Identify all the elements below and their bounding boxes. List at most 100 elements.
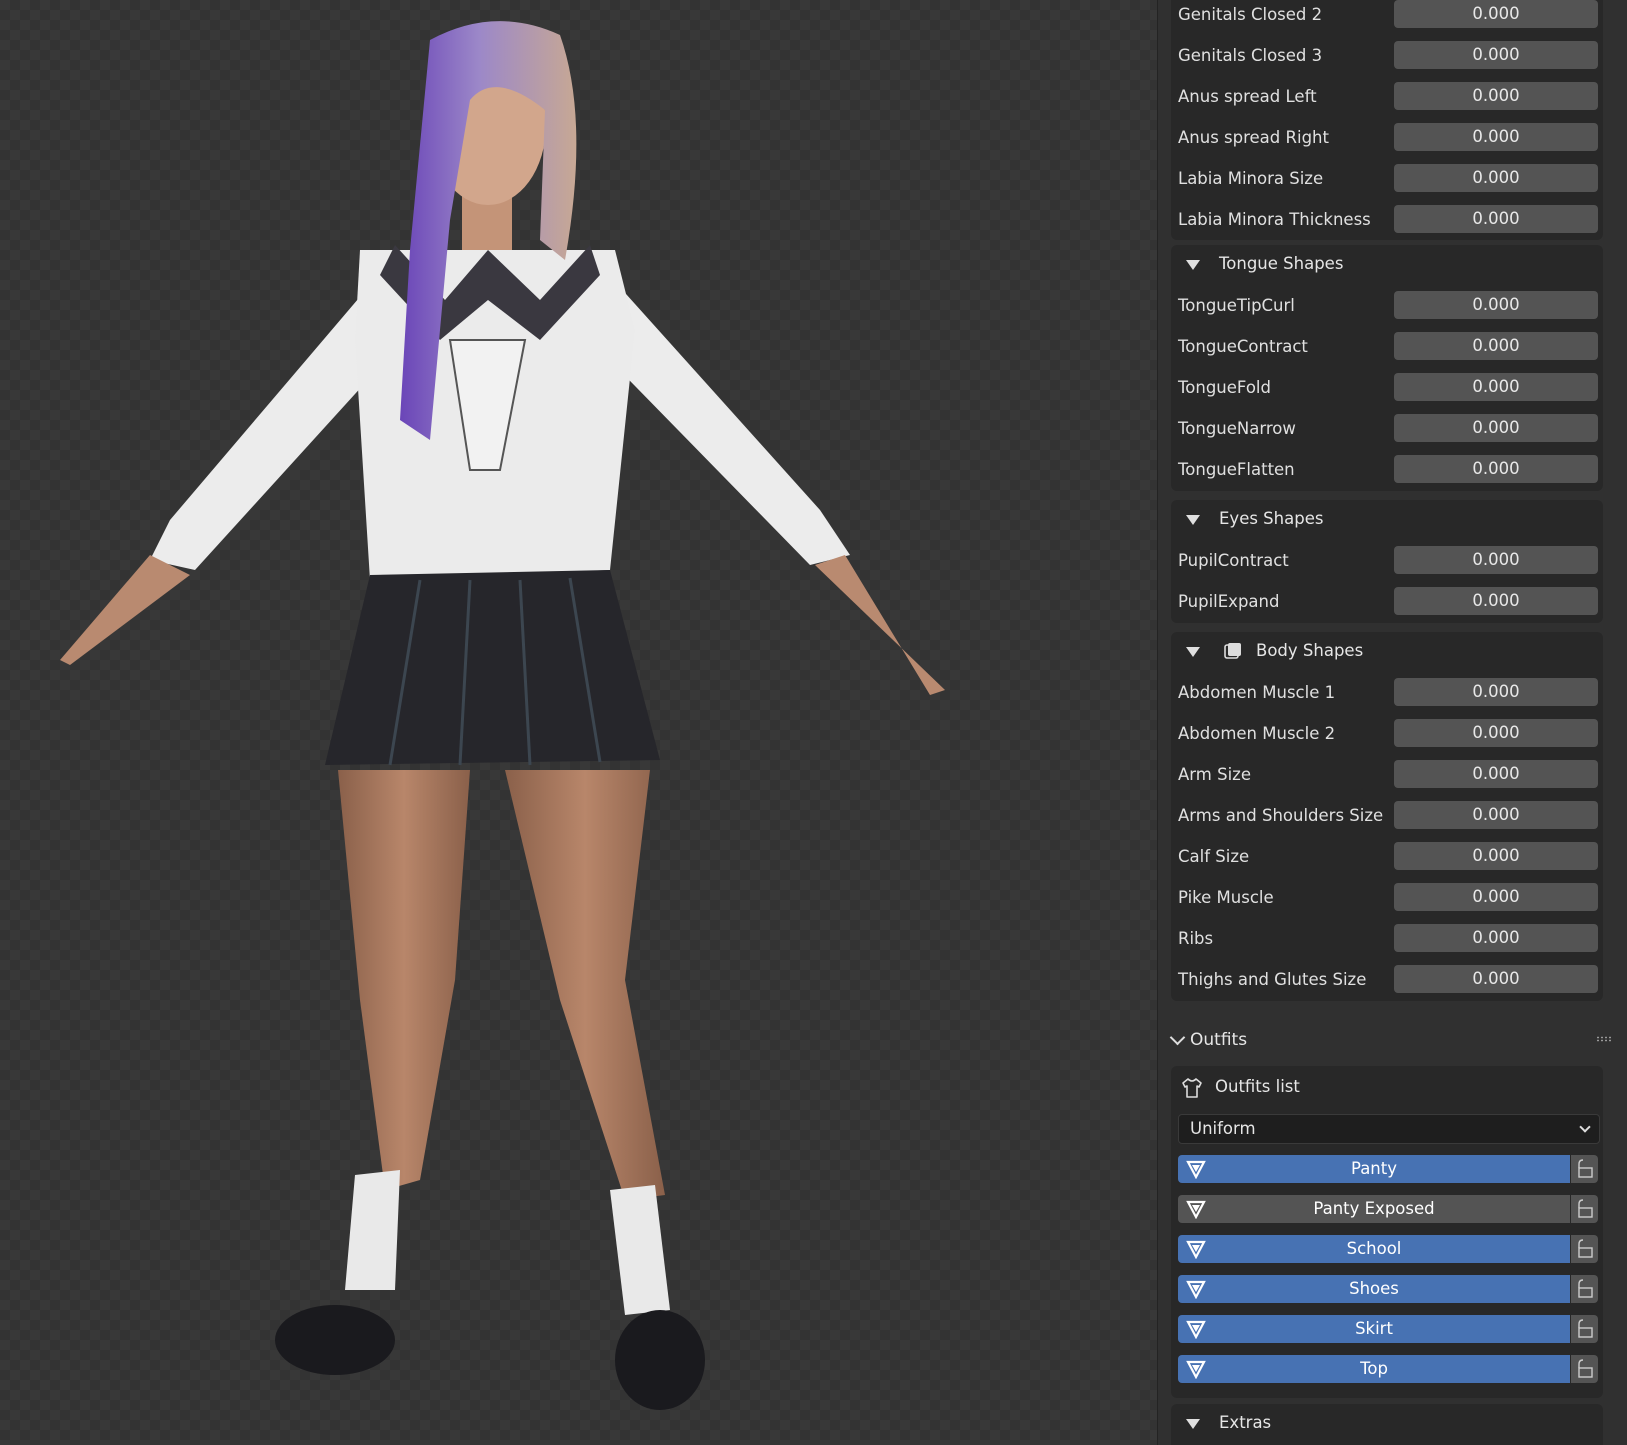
body-shapes-group: Body Shapes Abdomen Muscle 1 0.000 Abdom…: [1171, 632, 1603, 1001]
outfit-item-shoes[interactable]: Shoes: [1178, 1275, 1598, 1303]
group-title: Body Shapes: [1256, 641, 1364, 660]
lock-toggle[interactable]: [1571, 1355, 1598, 1383]
shape-value-field[interactable]: 0.000: [1394, 719, 1598, 747]
lock-toggle[interactable]: [1571, 1315, 1598, 1343]
outfit-item-top[interactable]: Top: [1178, 1355, 1598, 1383]
shape-label: Calf Size: [1178, 847, 1250, 866]
mesh-triangle-icon: [1186, 1360, 1206, 1379]
shape-label: TongueFold: [1178, 378, 1271, 397]
outfit-item-skirt[interactable]: Skirt: [1178, 1315, 1598, 1343]
shape-label: TongueFlatten: [1178, 460, 1295, 479]
shape-row: Pike Muscle 0.000: [1171, 878, 1603, 919]
drag-grip-icon[interactable]: [1596, 1036, 1612, 1042]
shape-row: Genitals Closed 3 0.000: [1171, 36, 1603, 77]
shape-label: Pike Muscle: [1178, 888, 1274, 907]
shape-value-field[interactable]: 0.000: [1394, 205, 1598, 233]
shape-label: Genitals Closed 2: [1178, 5, 1323, 24]
body-shapes-header[interactable]: Body Shapes: [1171, 632, 1603, 673]
eyes-shapes-header[interactable]: Eyes Shapes: [1171, 500, 1603, 541]
lock-toggle[interactable]: [1571, 1155, 1598, 1183]
shape-value-field[interactable]: 0.000: [1394, 678, 1598, 706]
outfits-section-header[interactable]: Outfits: [1158, 1018, 1627, 1063]
shape-value-field[interactable]: 0.000: [1394, 41, 1598, 69]
collapse-triangle-icon[interactable]: [1186, 1419, 1200, 1429]
shape-value-field[interactable]: 0.000: [1394, 587, 1598, 615]
outfit-toggle-button[interactable]: Skirt: [1178, 1315, 1570, 1343]
chevron-down-icon[interactable]: [1169, 1029, 1186, 1046]
shape-label: Arms and Shoulders Size: [1178, 806, 1384, 825]
shape-row: Arm Size 0.000: [1171, 755, 1603, 796]
collapse-triangle-icon[interactable]: [1186, 515, 1200, 525]
tongue-shapes-group: Tongue Shapes TongueTipCurl 0.000 Tongue…: [1171, 245, 1603, 491]
shape-value-field[interactable]: 0.000: [1394, 455, 1598, 483]
shape-value-field[interactable]: 0.000: [1394, 965, 1598, 993]
shape-value-field[interactable]: 0.000: [1394, 332, 1598, 360]
group-title: Eyes Shapes: [1219, 509, 1324, 528]
unlock-icon: [1578, 1359, 1593, 1378]
shape-value-field[interactable]: 0.000: [1394, 883, 1598, 911]
shape-label: PupilExpand: [1178, 592, 1280, 611]
shape-row: TongueTipCurl 0.000: [1171, 286, 1603, 327]
shape-label: TongueTipCurl: [1178, 296, 1295, 315]
group-title: Extras: [1219, 1413, 1272, 1432]
lock-toggle[interactable]: [1571, 1195, 1598, 1223]
group-title: Tongue Shapes: [1219, 254, 1344, 273]
shape-row: Abdomen Muscle 2 0.000: [1171, 714, 1603, 755]
outfit-item-panty[interactable]: Panty: [1178, 1155, 1598, 1183]
unlock-icon: [1578, 1199, 1593, 1218]
genital-shapes-group: Genitals Closed 2 0.000 Genitals Closed …: [1171, 0, 1603, 240]
shape-value-field[interactable]: 0.000: [1394, 82, 1598, 110]
shape-value-field[interactable]: 0.000: [1394, 760, 1598, 788]
shape-row: TongueFold 0.000: [1171, 368, 1603, 409]
shape-row: TongueFlatten 0.000: [1171, 450, 1603, 491]
shape-row: Arms and Shoulders Size 0.000: [1171, 796, 1603, 837]
shape-label: Arm Size: [1178, 765, 1251, 784]
section-title: Outfits: [1190, 1030, 1248, 1050]
shape-value-field[interactable]: 0.000: [1394, 291, 1598, 319]
shape-label: Labia Minora Thickness: [1178, 210, 1371, 229]
shape-label: Anus spread Left: [1178, 87, 1317, 106]
shape-value-field[interactable]: 0.000: [1394, 842, 1598, 870]
shape-row: TongueNarrow 0.000: [1171, 409, 1603, 450]
outfit-toggle-button[interactable]: Top: [1178, 1355, 1570, 1383]
collapse-triangle-icon[interactable]: [1186, 647, 1200, 657]
shape-label: Ribs: [1178, 929, 1214, 948]
shape-label: TongueContract: [1178, 337, 1308, 356]
mesh-triangle-icon: [1186, 1200, 1206, 1219]
outfit-item-school[interactable]: School: [1178, 1235, 1598, 1263]
outfit-item-panty-exposed[interactable]: Panty Exposed: [1178, 1195, 1598, 1223]
shape-value-field[interactable]: 0.000: [1394, 373, 1598, 401]
shape-label: Genitals Closed 3: [1178, 46, 1323, 65]
mesh-triangle-icon: [1186, 1280, 1206, 1299]
outfit-toggle-button[interactable]: Shoes: [1178, 1275, 1570, 1303]
shape-value-field[interactable]: 0.000: [1394, 123, 1598, 151]
shape-value-field[interactable]: 0.000: [1394, 546, 1598, 574]
shape-value-field[interactable]: 0.000: [1394, 801, 1598, 829]
shape-value-field[interactable]: 0.000: [1394, 924, 1598, 952]
lock-toggle[interactable]: [1571, 1235, 1598, 1263]
shape-value-field[interactable]: 0.000: [1394, 164, 1598, 192]
3d-viewport[interactable]: [0, 0, 1157, 1445]
outfit-toggle-button[interactable]: Panty Exposed: [1178, 1195, 1570, 1223]
outfits-list-title: Outfits list: [1215, 1077, 1300, 1096]
eyes-shapes-group: Eyes Shapes PupilContract 0.000 PupilExp…: [1171, 500, 1603, 623]
shape-label: Anus spread Right: [1178, 128, 1329, 147]
shape-row: Ribs 0.000: [1171, 919, 1603, 960]
outfit-toggle-button[interactable]: Panty: [1178, 1155, 1570, 1183]
shape-label: PupilContract: [1178, 551, 1289, 570]
tongue-shapes-header[interactable]: Tongue Shapes: [1171, 245, 1603, 286]
shape-value-field[interactable]: 0.000: [1394, 414, 1598, 442]
outfit-selected-value: Uniform: [1190, 1119, 1256, 1138]
shape-key-icon: [1224, 643, 1241, 659]
outfit-select[interactable]: Uniform: [1178, 1114, 1600, 1144]
unlock-icon: [1578, 1319, 1593, 1338]
outfit-toggle-button[interactable]: School: [1178, 1235, 1570, 1263]
shape-row: Genitals Closed 2 0.000: [1171, 0, 1603, 36]
shape-label: Thighs and Glutes Size: [1178, 970, 1367, 989]
collapse-triangle-icon[interactable]: [1186, 260, 1200, 270]
lock-toggle[interactable]: [1571, 1275, 1598, 1303]
shape-value-field[interactable]: 0.000: [1394, 0, 1598, 28]
unlock-icon: [1578, 1239, 1593, 1258]
mesh-triangle-icon: [1186, 1320, 1206, 1339]
extras-header[interactable]: Extras: [1171, 1404, 1603, 1445]
